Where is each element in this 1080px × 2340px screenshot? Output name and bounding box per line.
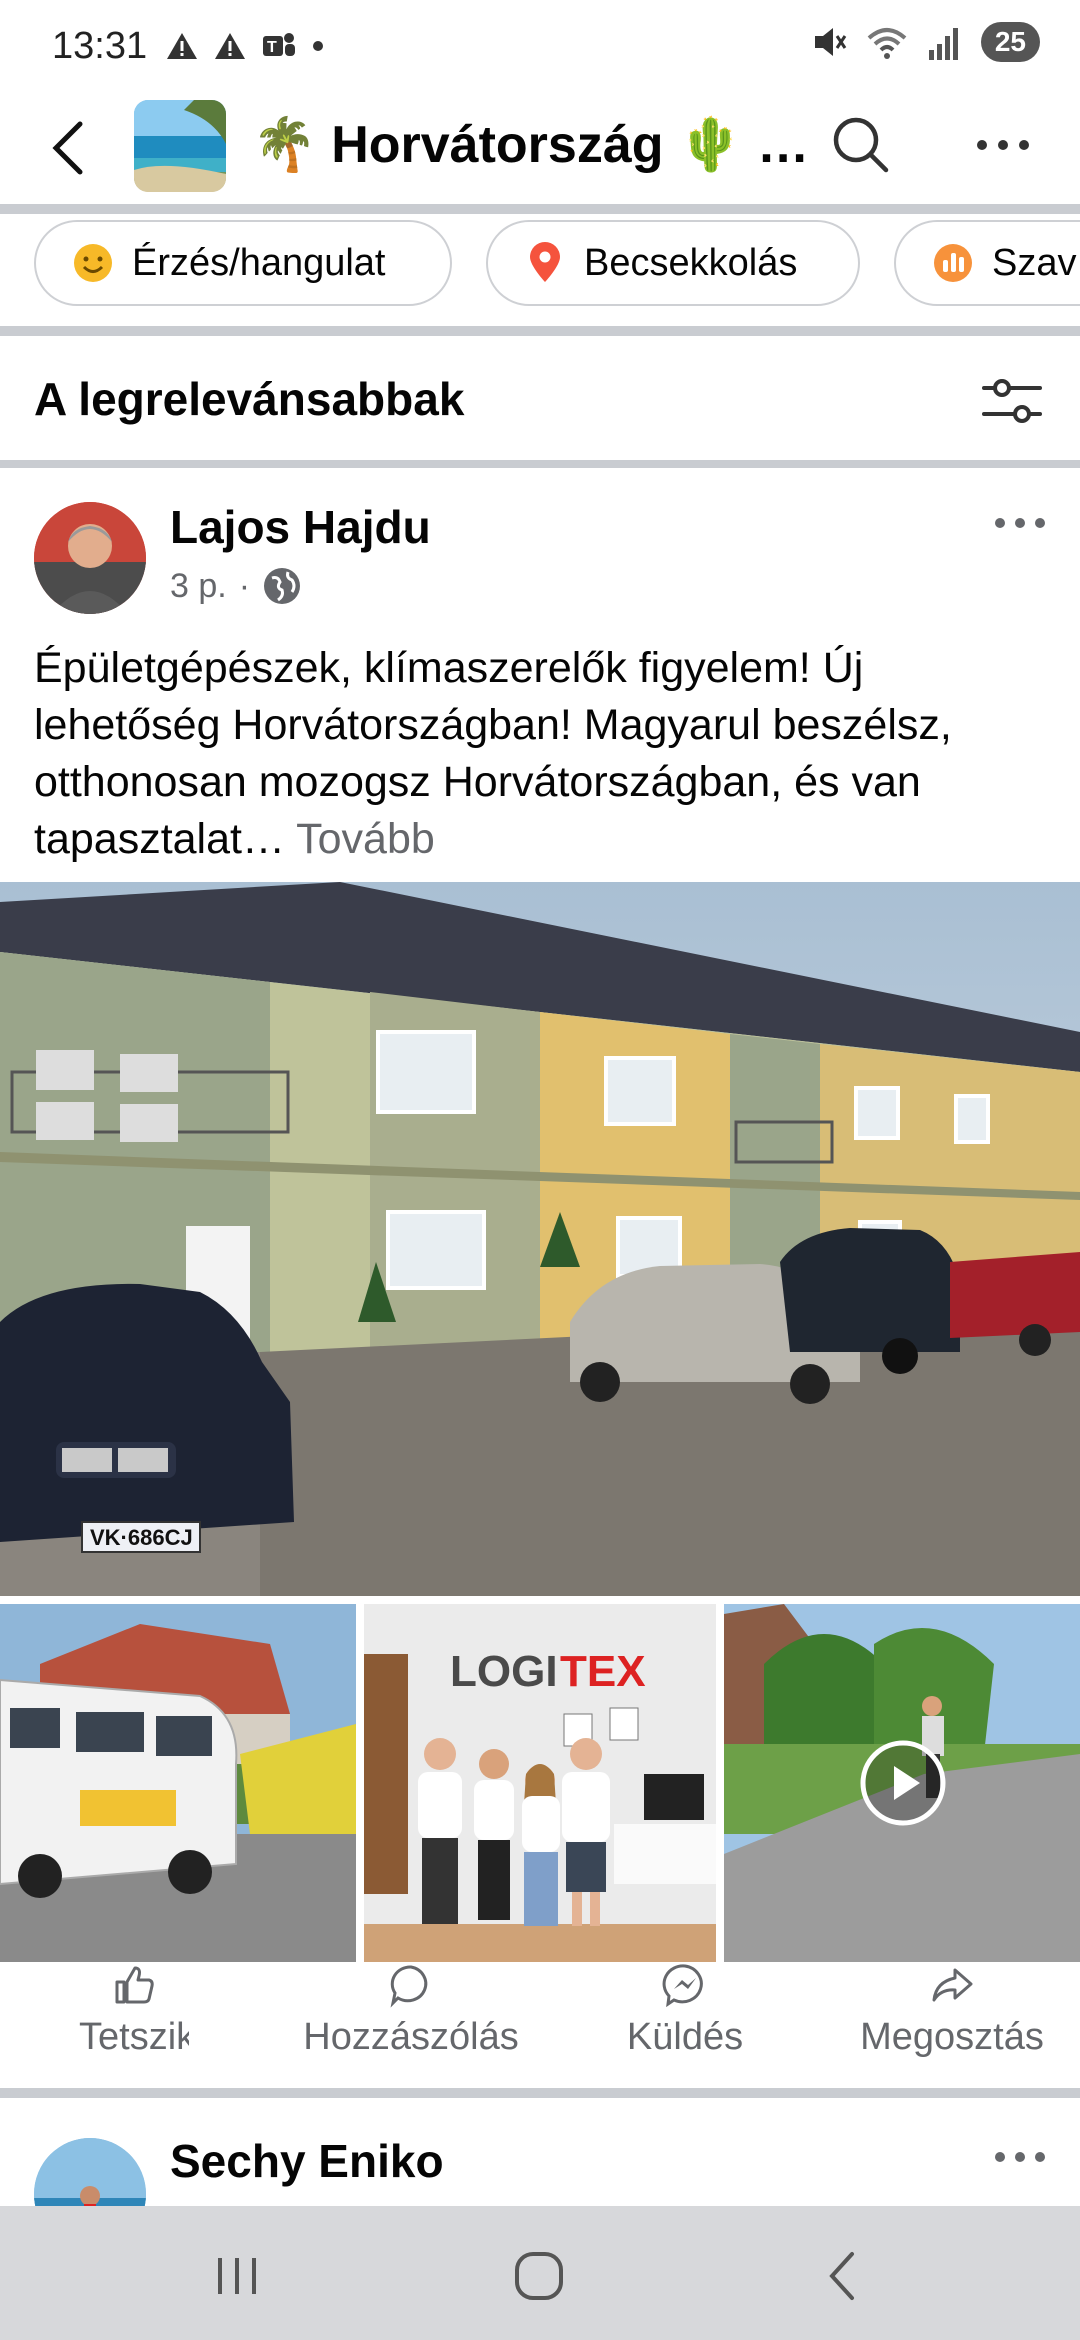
system-icons: 25: [811, 22, 1040, 62]
chip-checkin[interactable]: Becsekkolás: [486, 220, 860, 306]
beach-image: [134, 100, 226, 192]
comment-button[interactable]: Hozzászólás: [296, 1962, 526, 2059]
search-icon: [833, 117, 889, 173]
next-post-more-button[interactable]: [990, 2142, 1050, 2172]
more-icon: [995, 518, 1045, 528]
home-button[interactable]: [504, 2246, 574, 2306]
feed-sort-header: A legrelevánsabbak: [0, 342, 1080, 462]
comment-label: Hozzászólás: [303, 2016, 519, 2058]
home-icon: [515, 2252, 563, 2300]
chip-poll[interactable]: Szav: [894, 220, 1080, 306]
post-thumb-office[interactable]: LOGI TEX: [364, 1604, 716, 1962]
back-icon: [829, 2252, 854, 2300]
back-arrow-icon: [52, 121, 83, 175]
chip-poll-label: Szav: [992, 241, 1077, 284]
group-title[interactable]: 🌴 Horvátország 🌵 …: [252, 114, 809, 175]
apartment-building-photo: VK·686CJ: [0, 882, 1080, 1596]
svg-text:T: T: [267, 39, 277, 56]
see-more-link[interactable]: Tovább: [296, 815, 435, 863]
status-time: 13:31: [52, 24, 148, 67]
dot-icon: [313, 41, 324, 51]
post-main-photo[interactable]: VK·686CJ: [0, 882, 1080, 1596]
nav-back-button[interactable]: [808, 2246, 878, 2306]
play-icon[interactable]: [858, 1738, 948, 1828]
author-avatar[interactable]: [34, 502, 146, 614]
post-thumb-van[interactable]: [0, 1604, 356, 1962]
poll-icon: [932, 242, 974, 284]
like-icon: [115, 1966, 154, 2004]
globe-icon: [264, 568, 301, 604]
system-nav-bar: [0, 2206, 1080, 2340]
more-icon: [977, 140, 1029, 150]
alert-icon: [215, 33, 246, 59]
van-photo: [0, 1604, 356, 1962]
share-label: Megosztás: [860, 2016, 1044, 2058]
like-label: Tetszik: [79, 2016, 189, 2058]
group-cover-thumbnail[interactable]: [134, 100, 226, 192]
like-button[interactable]: Tetszik: [74, 1962, 194, 2066]
filter-sliders-icon: [982, 379, 1042, 423]
wifi-icon: [867, 28, 907, 59]
status-bar: 13:31 T 25: [0, 0, 1080, 92]
group-header: 🌴 Horvátország 🌵 …: [0, 92, 1080, 204]
battery-badge: 25: [980, 22, 1040, 62]
post-actions: Tetszik Hozzászólás Küldés Megosztás: [0, 1962, 1080, 2086]
divider: [0, 326, 1080, 336]
logo-text-b: TEX: [560, 1647, 646, 1696]
post-text: Épületgépészek, klímaszerelők figyelem! …: [34, 640, 1054, 868]
more-icon: [995, 2152, 1045, 2162]
search-button[interactable]: [826, 110, 896, 180]
header-more-button[interactable]: [968, 120, 1038, 170]
teams-icon: T: [263, 33, 296, 56]
logo-text-a: LOGI: [450, 1647, 558, 1696]
alert-icon: [167, 33, 198, 59]
location-pin-icon: [524, 242, 566, 284]
post-author[interactable]: Lajos Hajdu: [170, 500, 431, 554]
license-plate: VK·686CJ: [90, 1525, 193, 1550]
composer-chips: Érzés/hangulat Becsekkolás Szav: [0, 214, 1080, 324]
recent-apps-button[interactable]: [202, 2246, 272, 2306]
notification-icons: T: [165, 30, 325, 62]
divider: [0, 204, 1080, 214]
send-button[interactable]: Küldés: [610, 1962, 760, 2059]
chip-checkin-label: Becsekkolás: [584, 241, 798, 284]
send-label: Küldés: [626, 2016, 744, 2058]
office-photo: LOGI TEX: [364, 1604, 716, 1962]
recent-apps-icon: [218, 2258, 256, 2294]
post-body: Épületgépészek, klímaszerelők figyelem! …: [34, 644, 952, 863]
filter-button[interactable]: [980, 372, 1044, 432]
comment-icon: [390, 1965, 428, 2008]
post-thumb-video[interactable]: [724, 1604, 1080, 1962]
next-post-author[interactable]: Sechy Eniko: [170, 2134, 444, 2188]
divider: [0, 2088, 1080, 2098]
mute-icon: [814, 28, 847, 56]
divider: [0, 460, 1080, 468]
share-button[interactable]: Megosztás: [852, 1962, 1052, 2059]
chip-feeling-label: Érzés/hangulat: [132, 241, 386, 284]
post-more-button[interactable]: [990, 508, 1050, 538]
messenger-icon: [662, 1964, 703, 2008]
sort-title[interactable]: A legrelevánsabbak: [34, 372, 464, 426]
share-icon: [932, 1968, 973, 2002]
post-meta: 3 p. ·: [170, 566, 302, 606]
meta-separator: ·: [238, 566, 251, 605]
emoji-icon: [72, 242, 114, 284]
signal-icon: [928, 28, 958, 60]
back-button[interactable]: [38, 116, 98, 180]
post-time[interactable]: 3 p.: [170, 567, 227, 606]
chip-feeling[interactable]: Érzés/hangulat: [34, 220, 452, 306]
